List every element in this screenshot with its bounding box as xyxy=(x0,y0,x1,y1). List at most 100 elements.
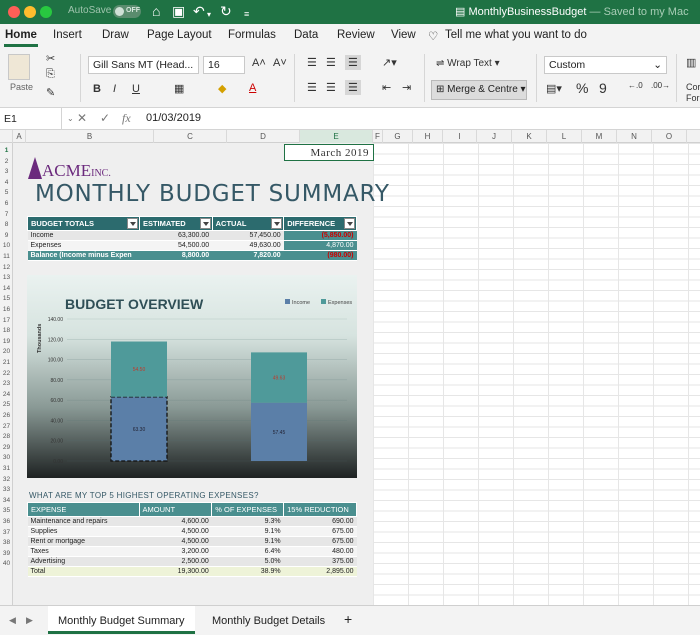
row-header[interactable]: 5 xyxy=(0,189,13,196)
row-header[interactable]: 17 xyxy=(0,317,13,324)
row-header[interactable]: 40 xyxy=(0,560,13,567)
align-left-icon[interactable]: ☰ xyxy=(307,81,317,94)
row-header[interactable]: 16 xyxy=(0,306,13,313)
cell-amount[interactable]: 2,500.00 xyxy=(139,556,212,567)
column-header-j[interactable]: J xyxy=(477,130,512,143)
home-icon[interactable]: ⌂ xyxy=(152,3,160,19)
tab-page-layout[interactable]: Page Layout xyxy=(147,29,212,41)
row-header[interactable]: 36 xyxy=(0,518,13,525)
column-header-g[interactable]: G xyxy=(383,130,413,143)
select-all-corner[interactable] xyxy=(0,130,13,143)
fill-color-icon[interactable]: ◆ xyxy=(218,82,226,95)
row-header[interactable]: 14 xyxy=(0,285,13,292)
column-header-h[interactable]: H xyxy=(413,130,443,143)
row-header[interactable]: 1 xyxy=(0,147,13,154)
row-header[interactable]: 8 xyxy=(0,221,13,228)
cell-amount[interactable]: 4,500.00 xyxy=(139,536,212,547)
row-header[interactable]: 19 xyxy=(0,338,13,345)
cell-amount[interactable]: 19,300.00 xyxy=(139,566,212,577)
redo-icon[interactable]: ↻ xyxy=(220,3,232,19)
decrease-decimal-icon[interactable]: .00→ xyxy=(651,81,670,90)
sheet-tab-summary[interactable]: Monthly Budget Summary xyxy=(48,606,195,634)
align-right-icon[interactable]: ☰ xyxy=(345,80,361,95)
wrap-text-button[interactable]: ⇌ Wrap Text ▾ xyxy=(436,58,500,69)
cell-pct[interactable]: 9.1% xyxy=(211,526,284,537)
tab-review[interactable]: Review xyxy=(337,29,375,41)
font-color-icon[interactable]: A xyxy=(249,82,256,94)
tab-insert[interactable]: Insert xyxy=(53,29,82,41)
autosave-toggle[interactable]: OFF xyxy=(113,5,141,18)
row-header[interactable]: 18 xyxy=(0,327,13,334)
prev-sheet-icon[interactable]: ◀ xyxy=(9,615,16,626)
cell-reduction[interactable]: 480.00 xyxy=(283,546,357,557)
column-header-e[interactable]: E xyxy=(300,130,373,143)
customize-toolbar-icon[interactable]: ≡ xyxy=(244,6,249,22)
cell-expense[interactable]: Advertising xyxy=(27,556,140,567)
cell-expense[interactable]: Rent or mortgage xyxy=(27,536,140,547)
tell-me-search[interactable]: Tell me what you want to do xyxy=(445,29,587,41)
font-name-select[interactable]: Gill Sans MT (Head... xyxy=(88,56,199,74)
name-box-dropdown-icon[interactable]: ⌄ xyxy=(67,114,74,123)
cell-expense[interactable]: Supplies xyxy=(27,526,140,537)
row-header[interactable]: 2 xyxy=(0,158,13,165)
percent-style-icon[interactable]: % xyxy=(576,80,588,96)
row-header[interactable]: 6 xyxy=(0,200,13,207)
comma-style-icon[interactable]: 9 xyxy=(599,80,607,96)
row-header[interactable]: 9 xyxy=(0,232,13,239)
align-top-icon[interactable]: ☰ xyxy=(307,56,317,69)
cell-label[interactable]: Income xyxy=(27,230,140,241)
row-header[interactable]: 26 xyxy=(0,412,13,419)
tab-formulas[interactable]: Formulas xyxy=(228,29,276,41)
zoom-window-button[interactable] xyxy=(40,6,52,18)
cell-label[interactable]: Expenses xyxy=(27,240,140,251)
paste-label[interactable]: Paste xyxy=(10,82,33,92)
bold-button[interactable]: B xyxy=(93,83,101,95)
align-middle-icon[interactable]: ☰ xyxy=(326,56,336,69)
row-header[interactable]: 28 xyxy=(0,433,13,440)
row-header[interactable]: 24 xyxy=(0,391,13,398)
cell-difference[interactable]: (5,850.00) xyxy=(283,230,357,241)
cell-reduction[interactable]: 375.00 xyxy=(283,556,357,567)
filter-dropdown-button[interactable] xyxy=(126,218,138,229)
cell-pct[interactable]: 6.4% xyxy=(211,546,284,557)
row-header[interactable]: 20 xyxy=(0,348,13,355)
cell-amount[interactable]: 4,600.00 xyxy=(139,516,212,527)
column-header-m[interactable]: M xyxy=(582,130,617,143)
cell-reduction[interactable]: 675.00 xyxy=(283,536,357,547)
undo-dropdown-icon[interactable]: ▾ xyxy=(207,7,211,23)
font-size-select[interactable]: 16 xyxy=(203,56,245,74)
tab-home[interactable]: Home xyxy=(5,29,37,41)
row-header[interactable]: 12 xyxy=(0,264,13,271)
row-header[interactable]: 38 xyxy=(0,539,13,546)
cell-pct[interactable]: 9.1% xyxy=(211,536,284,547)
selected-cell-e1[interactable]: March 2019 xyxy=(284,144,374,161)
column-header-k[interactable]: K xyxy=(512,130,547,143)
cell-expense[interactable]: Total xyxy=(27,566,140,577)
decrease-indent-icon[interactable]: ⇤ xyxy=(382,81,391,94)
cell-expense[interactable]: Maintenance and repairs xyxy=(27,516,140,527)
cell-actual[interactable]: 7,820.00 xyxy=(212,250,284,261)
formula-input[interactable]: 01/03/2019 xyxy=(146,112,201,124)
conditional-formatting-label-1[interactable]: Cor xyxy=(686,82,700,92)
column-header-n[interactable]: N xyxy=(617,130,652,143)
cell-amount[interactable]: 4,500.00 xyxy=(139,526,212,537)
undo-icon[interactable]: ↶ xyxy=(193,3,205,19)
row-header[interactable]: 34 xyxy=(0,497,13,504)
number-format-select[interactable]: Custom ⌄ xyxy=(544,56,667,74)
tab-draw[interactable]: Draw xyxy=(102,29,129,41)
column-header-i[interactable]: I xyxy=(443,130,477,143)
italic-button[interactable]: I xyxy=(113,83,116,95)
row-header[interactable]: 32 xyxy=(0,476,13,483)
underline-button[interactable]: U xyxy=(132,83,140,95)
cell-estimated[interactable]: 8,800.00 xyxy=(139,250,213,261)
cell-estimated[interactable]: 63,300.00 xyxy=(139,230,213,241)
cell-estimated[interactable]: 54,500.00 xyxy=(139,240,213,251)
row-header[interactable]: 23 xyxy=(0,380,13,387)
cancel-icon[interactable]: ✕ xyxy=(77,111,87,125)
tab-data[interactable]: Data xyxy=(294,29,318,41)
filter-dropdown-button[interactable] xyxy=(344,218,355,229)
cut-icon[interactable]: ✂ xyxy=(46,52,55,65)
next-sheet-icon[interactable]: ▶ xyxy=(26,615,33,626)
row-header[interactable]: 30 xyxy=(0,454,13,461)
row-header[interactable]: 3 xyxy=(0,168,13,175)
